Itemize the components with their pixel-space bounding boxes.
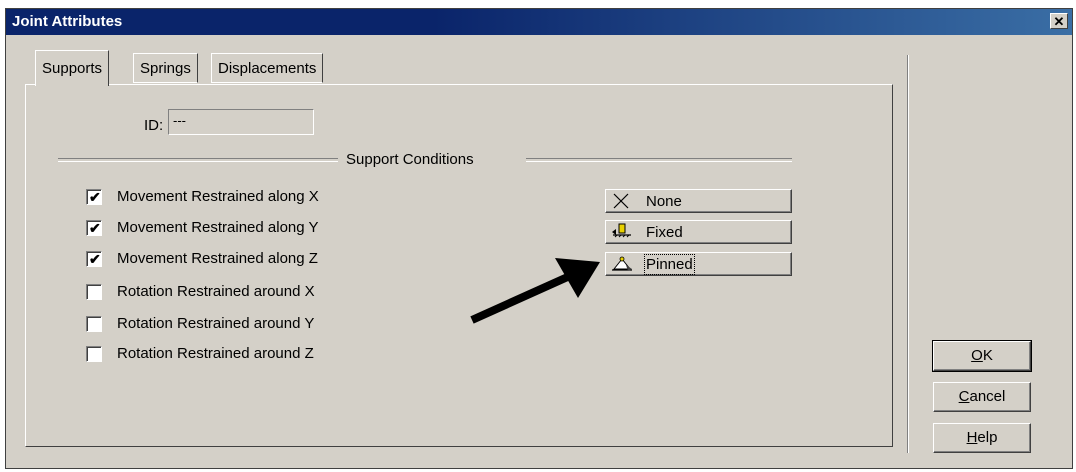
checkbox-label: Movement Restrained along Z (117, 250, 318, 267)
none-button[interactable]: None (605, 189, 792, 213)
checkbox-box[interactable]: ✔ (86, 189, 102, 205)
checkbox-label: Movement Restrained along X (117, 188, 319, 205)
tab-supports-label: Supports (42, 60, 103, 77)
title-bar[interactable]: Joint Attributes ✕ (6, 9, 1072, 35)
checkbox-box[interactable] (86, 346, 102, 362)
checkbox-box[interactable]: ✔ (86, 251, 102, 267)
annotation-arrow-icon (470, 258, 600, 324)
window-title: Joint Attributes (12, 13, 123, 30)
fixed-support-icon (612, 223, 631, 238)
x-icon (613, 193, 629, 209)
id-label: ID: (144, 117, 164, 134)
tab-displacements[interactable]: Displacements (211, 53, 324, 83)
checkbox-label: Rotation Restrained around Y (117, 315, 315, 332)
tab-displacements-label: Displacements (218, 60, 317, 77)
close-icon: ✕ (1053, 14, 1065, 29)
id-field[interactable]: --- (168, 109, 314, 135)
ok-label: K (982, 347, 993, 364)
ok-mnemonic: O (971, 347, 983, 364)
cancel-button[interactable]: Cancel (933, 382, 1031, 412)
fixed-button[interactable]: Fixed (605, 220, 792, 244)
pinned-support-icon (612, 256, 632, 271)
ok-button[interactable]: OK (932, 340, 1032, 372)
check-icon: ✔ (89, 220, 101, 236)
check-icon: ✔ (89, 251, 101, 267)
tab-supports[interactable]: Supports (35, 50, 110, 86)
vertical-separator (907, 55, 909, 453)
pinned-label: Pinned (644, 254, 695, 275)
help-mnemonic: H (966, 429, 978, 446)
checkbox-label: Movement Restrained along Y (117, 219, 319, 236)
tab-springs-label: Springs (140, 60, 191, 77)
pinned-button[interactable]: Pinned (605, 252, 792, 276)
checkbox-box[interactable] (86, 316, 102, 332)
checkbox-label: Rotation Restrained around Z (117, 345, 314, 362)
cancel-label: ancel (969, 388, 1006, 405)
fixed-label: Fixed (646, 224, 683, 241)
cancel-mnemonic: C (958, 388, 970, 405)
group-divider-right (526, 158, 792, 162)
checkbox-box[interactable]: ✔ (86, 220, 102, 236)
check-icon: ✔ (89, 189, 101, 205)
group-divider-left (58, 158, 338, 162)
help-button[interactable]: Help (933, 423, 1031, 453)
none-label: None (646, 193, 682, 210)
checkbox-box[interactable] (86, 284, 102, 300)
tab-springs[interactable]: Springs (133, 53, 198, 83)
help-label: elp (977, 429, 998, 446)
support-conditions-title: Support Conditions (346, 151, 474, 168)
close-button[interactable]: ✕ (1050, 13, 1068, 29)
checkbox-label: Rotation Restrained around X (117, 283, 315, 300)
